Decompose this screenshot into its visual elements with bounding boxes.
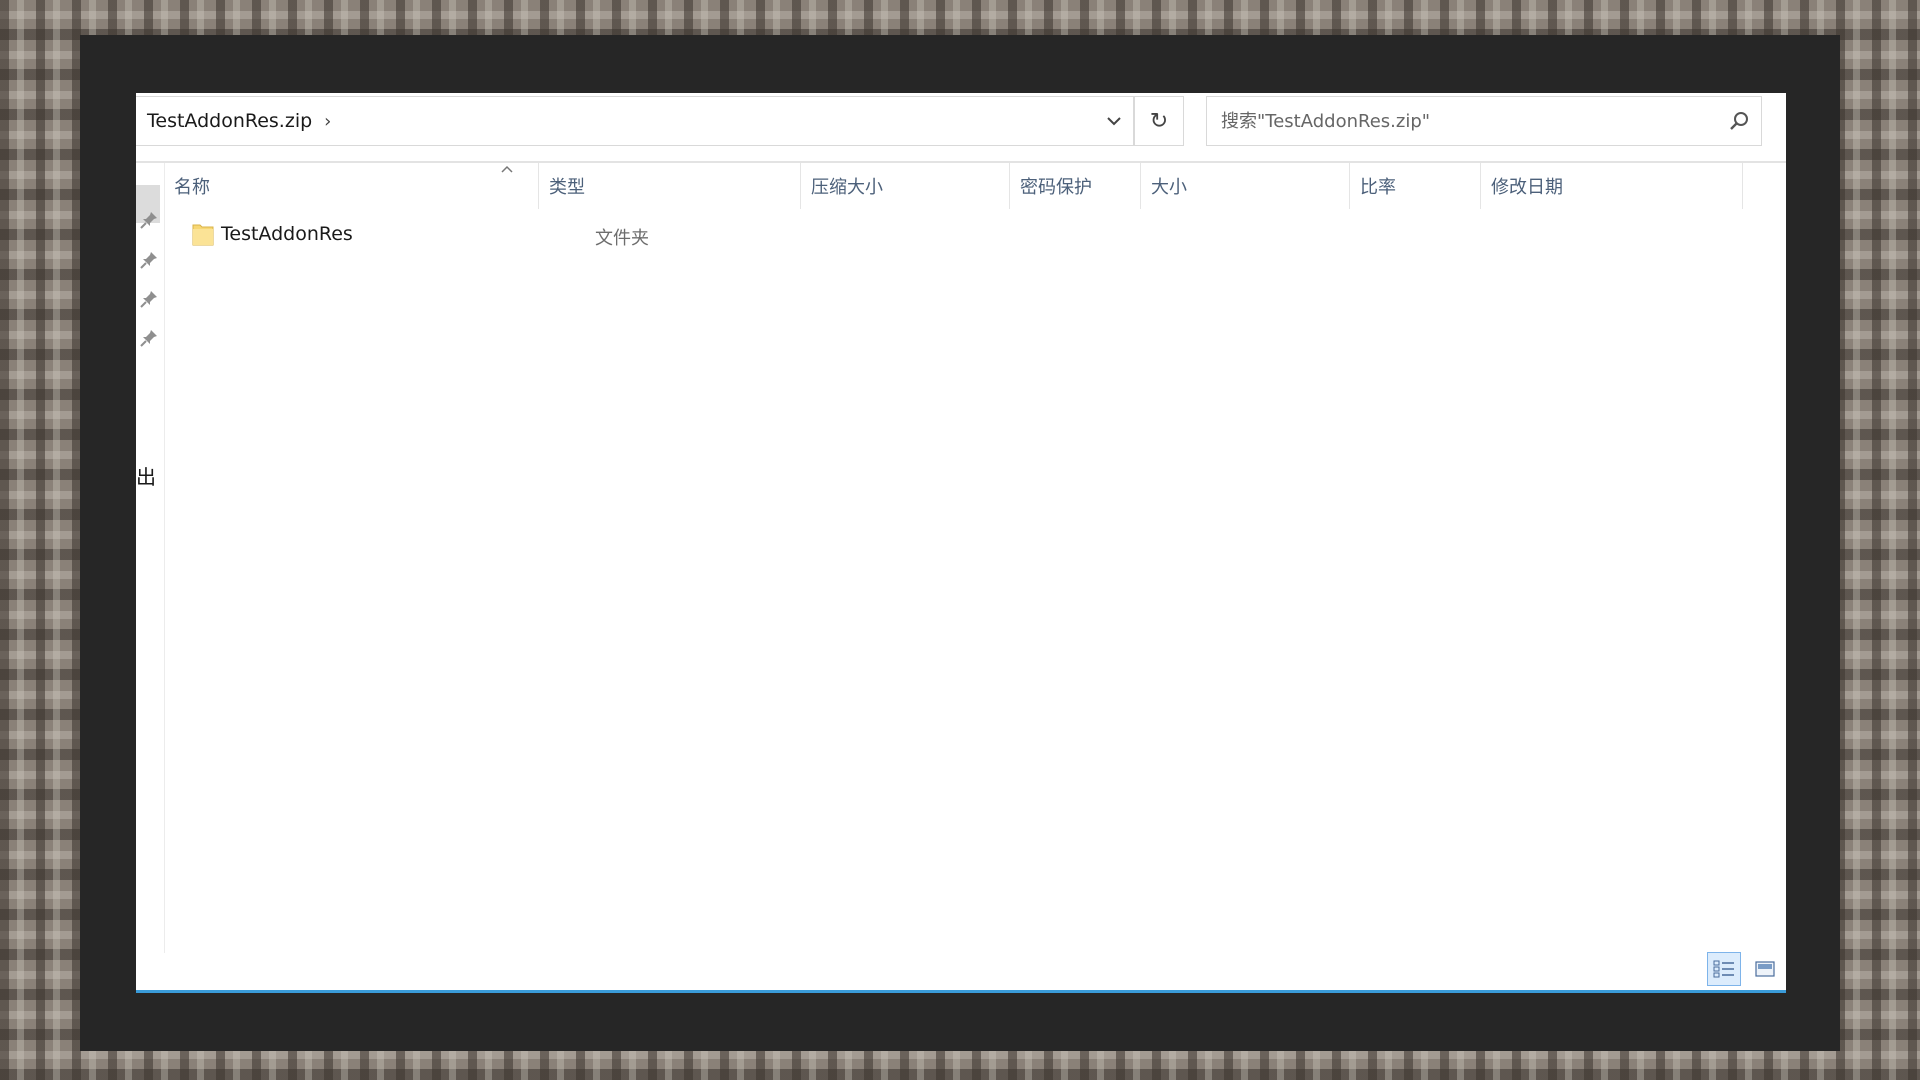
- column-header-compressed-size[interactable]: 压缩大小: [801, 163, 1010, 209]
- file-type: 文件夹: [595, 228, 649, 249]
- column-header-label: 名称: [174, 177, 210, 198]
- column-header-ratio[interactable]: 比率: [1350, 163, 1481, 209]
- column-header-name[interactable]: 名称: [164, 163, 539, 209]
- column-header-size[interactable]: 大小: [1141, 163, 1350, 209]
- details-view-button[interactable]: [1707, 952, 1741, 986]
- pin-icon[interactable]: [138, 327, 160, 349]
- folder-icon: [192, 224, 214, 246]
- pin-icon[interactable]: [138, 209, 160, 231]
- details-view-icon: [1713, 960, 1734, 978]
- address-bar[interactable]: TestAddonRes.zip ›: [136, 96, 1134, 146]
- breadcrumb-chevron-icon[interactable]: ›: [324, 111, 331, 132]
- column-header-label: 类型: [549, 177, 585, 198]
- column-header-label: 密码保护: [1020, 177, 1092, 198]
- column-header-label: 修改日期: [1491, 177, 1563, 198]
- breadcrumb-root[interactable]: TestAddonRes.zip: [147, 110, 312, 132]
- search-input[interactable]: [1221, 110, 1701, 132]
- status-accent-bar: [136, 990, 1786, 993]
- file-name[interactable]: TestAddonRes: [221, 223, 353, 245]
- column-header-label: 大小: [1151, 177, 1187, 198]
- chevron-down-icon: [1107, 117, 1121, 126]
- pin-icon[interactable]: [138, 288, 160, 310]
- column-header-label: 比率: [1360, 177, 1396, 198]
- column-header-label: 压缩大小: [811, 177, 883, 198]
- large-icons-view-button[interactable]: [1748, 952, 1782, 986]
- pin-icon[interactable]: [138, 249, 160, 271]
- column-header-modified[interactable]: 修改日期: [1481, 163, 1743, 209]
- navigation-pane[interactable]: 出: [136, 163, 165, 953]
- column-header-row: 名称 类型 压缩大小 密码保护 大小 比率 修改日期: [164, 163, 1786, 209]
- column-header-password[interactable]: 密码保护: [1010, 163, 1141, 209]
- search-icon[interactable]: [1727, 110, 1751, 134]
- sort-ascending-icon: [501, 165, 513, 173]
- table-row[interactable]: TestAddonRes 文件夹: [164, 215, 1786, 255]
- archive-explorer-window: TestAddonRes.zip › ↻ 搜索"TestAddonRes.zip…: [136, 93, 1786, 993]
- refresh-icon: ↻: [1149, 108, 1169, 134]
- column-header-type[interactable]: 类型: [539, 163, 801, 209]
- nav-item-label[interactable]: 出: [136, 461, 164, 490]
- toolbar: TestAddonRes.zip › ↻: [136, 93, 1786, 161]
- search-box[interactable]: [1206, 96, 1762, 146]
- address-history-dropdown[interactable]: [1094, 96, 1134, 146]
- large-icons-view-icon: [1755, 961, 1775, 977]
- refresh-button[interactable]: ↻: [1134, 96, 1184, 146]
